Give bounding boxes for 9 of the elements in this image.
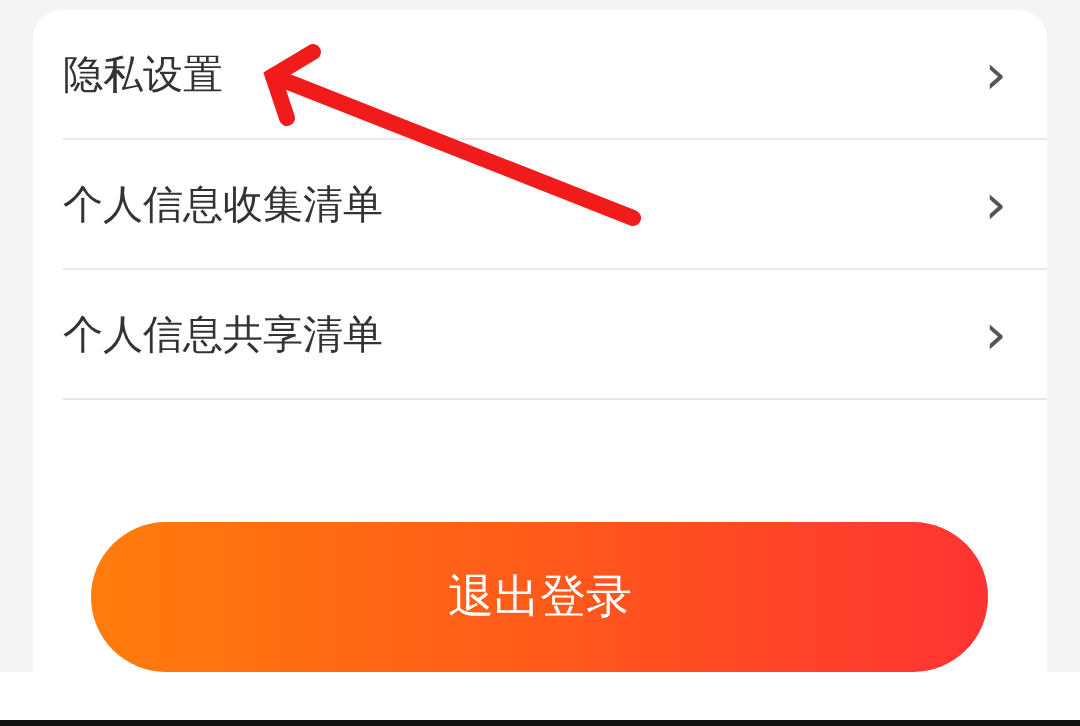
menu-label: 个人信息共享清单 (63, 309, 383, 359)
chevron-icon: › (984, 46, 1007, 102)
menu-item[interactable]: 个人信息收集清单 › (63, 140, 1047, 270)
menu-label: 个人信息收集清单 (63, 179, 383, 229)
menu-label: 隐私设置 (63, 49, 223, 99)
chevron-icon: › (984, 306, 1007, 362)
chevron-icon: › (984, 176, 1007, 232)
menu-item[interactable]: 个人信息共享清单 › (63, 270, 1047, 400)
menu-item[interactable]: 隐私设置 › (63, 10, 1047, 140)
